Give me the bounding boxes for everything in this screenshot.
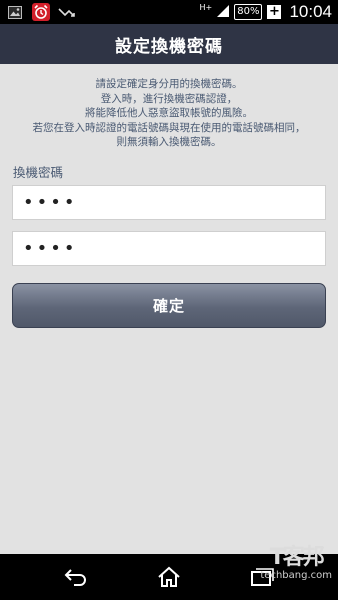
instruction-line: 將能降低他人惡意盜取帳號的風險。	[85, 107, 253, 119]
header-bar: 設定換機密碼	[0, 24, 338, 64]
signal-icon	[216, 3, 230, 22]
instruction-line: 請設定確定身分用的換機密碼。	[95, 78, 243, 90]
instruction-line: 則無須輸入換機密碼。	[116, 136, 222, 148]
page-title: 設定換機密碼	[115, 36, 223, 57]
battery-percent: 80%	[237, 6, 260, 17]
confirm-password-input[interactable]	[12, 231, 326, 266]
password-input[interactable]	[12, 185, 326, 220]
watermark-title: T客邦	[269, 545, 325, 570]
alarm-icon	[32, 3, 50, 21]
confirm-button[interactable]: 確定	[12, 283, 326, 328]
home-button[interactable]	[154, 564, 184, 590]
battery-indicator: 80%	[234, 4, 263, 20]
status-bar: H+ 80% + 10:04	[0, 0, 338, 24]
missed-call-icon	[58, 3, 76, 21]
instructions-text: 請設定確定身分用的換機密碼。 登入時，進行換機密碼認證， 將能降低他人惡意盜取帳…	[10, 77, 328, 150]
notification-icons	[6, 3, 76, 21]
back-icon	[64, 569, 86, 586]
image-icon	[6, 3, 24, 21]
instruction-line: 若您在登入時認證的電話號碼與現在使用的電話號碼相同，	[32, 121, 306, 134]
clock: 10:04	[289, 2, 332, 21]
home-icon	[158, 566, 180, 587]
system-status: H+ 80% + 10:04	[200, 2, 333, 22]
charging-icon: +	[267, 4, 282, 19]
network-type-label: H+	[199, 2, 213, 12]
confirm-button-label: 確定	[152, 297, 185, 315]
instruction-line: 登入時，進行換機密碼認證，	[100, 92, 238, 105]
password-field-label: 換機密碼	[13, 165, 64, 180]
back-button[interactable]	[61, 564, 91, 590]
watermark-url: techbang.com	[260, 570, 332, 581]
watermark-logo: T客邦 techbang.com	[260, 546, 332, 582]
